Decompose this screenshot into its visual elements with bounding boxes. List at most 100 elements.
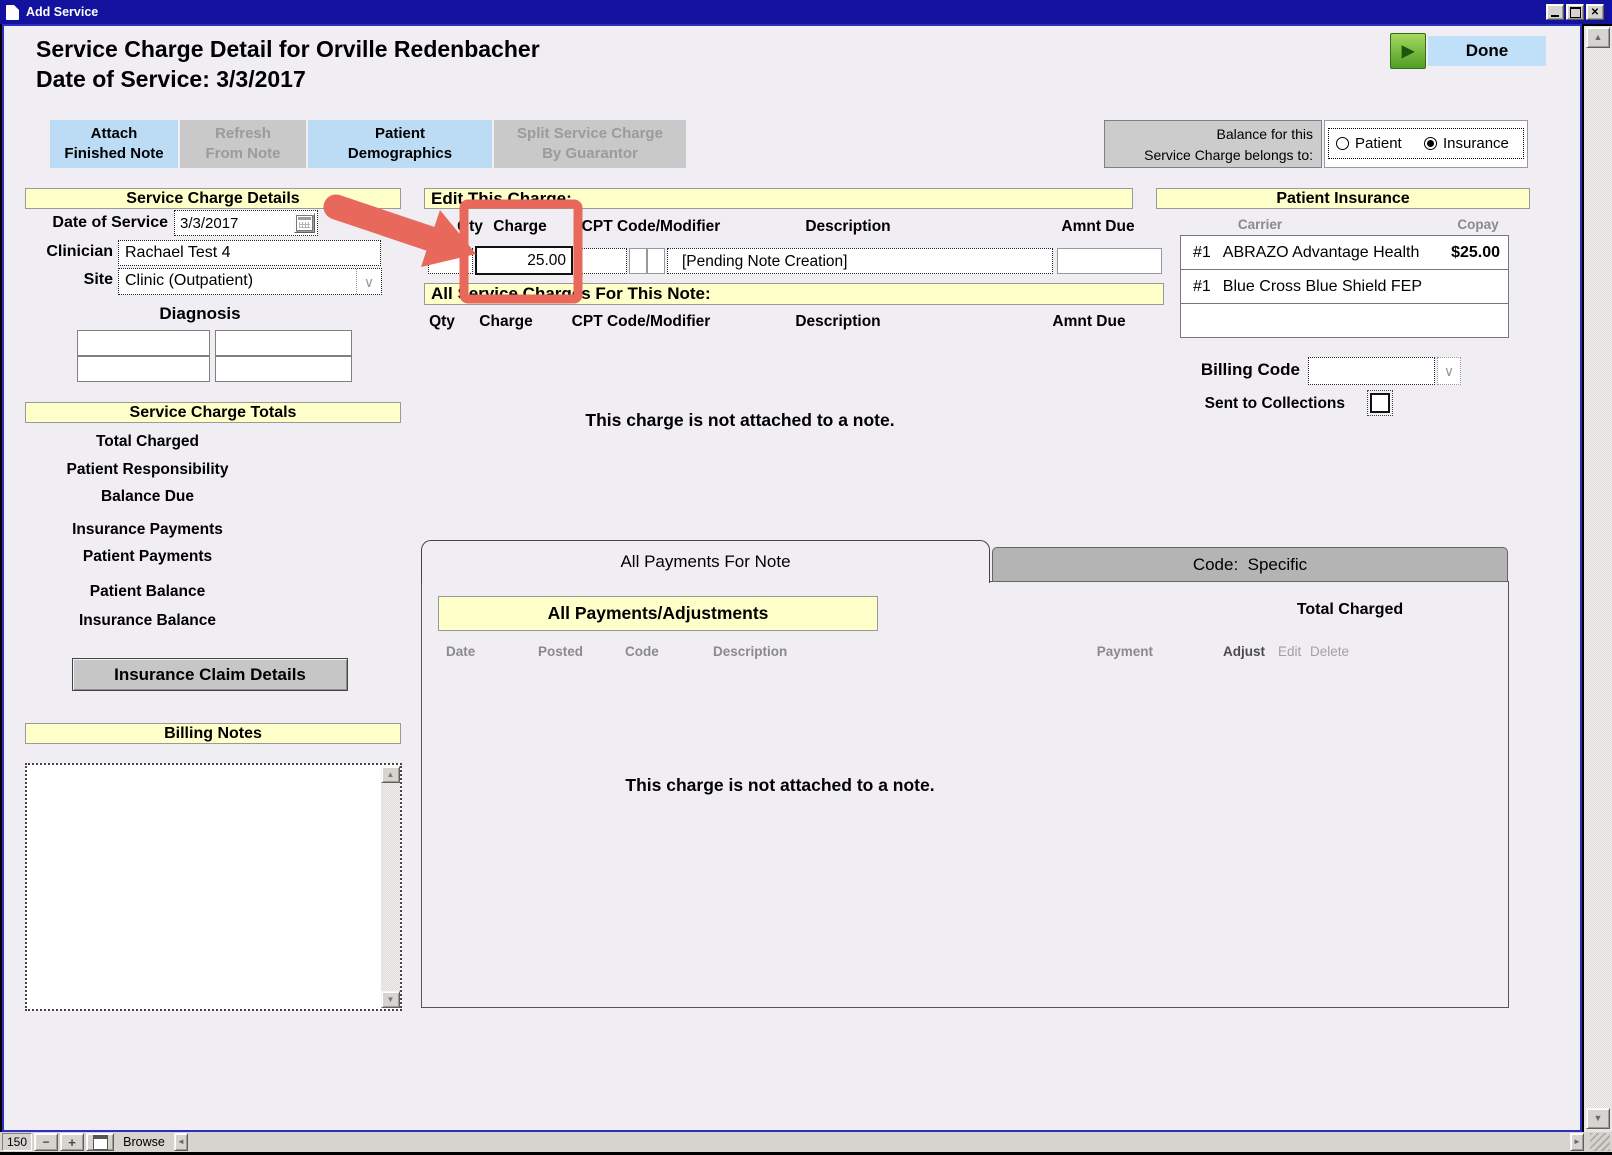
insurance-carrier: ABRAZO Advantage Health [1223,244,1420,262]
maximize-button[interactable] [1566,4,1584,20]
description-field[interactable]: [Pending Note Creation] [667,248,1053,274]
up-arrow-icon: ▲ [1594,33,1603,42]
col2-cpt: CPT Code/Modifier [566,313,716,331]
scroll-down-button[interactable]: ▼ [1586,1108,1610,1129]
hscroll-right-button[interactable]: ► [1570,1133,1584,1151]
left-arrow-icon: ◄ [177,1138,185,1146]
diagnosis-box-1[interactable] [77,330,210,356]
col2-charge: Charge [468,313,544,331]
layout-view-icon [93,1135,108,1150]
col2-amnt-due: Amnt Due [1050,313,1128,331]
hscroll-left-button[interactable]: ◄ [174,1133,188,1151]
zoom-in-button[interactable]: + [60,1133,84,1151]
resize-grip[interactable] [1590,1133,1610,1151]
insurance-row-2[interactable]: #1 Blue Cross Blue Shield FEP [1181,270,1508,304]
minimize-button[interactable] [1546,4,1564,20]
clinician-field[interactable]: Rachael Test 4 [118,240,381,266]
diagnosis-box-2[interactable] [215,330,352,356]
balance-due-label: Balance Due [0,488,295,506]
refresh-from-note-button: Refresh From Note [180,120,306,168]
mode-indicator[interactable]: Browse [116,1133,172,1151]
scroll-up-button[interactable]: ▲ [1586,27,1610,48]
col-description: Description [798,218,898,236]
tab-code-specific-label: Code: Specific [1193,555,1307,575]
diagnosis-box-3[interactable] [77,356,210,382]
copay-column-label: Copay [1440,217,1516,232]
billing-notes-input[interactable] [25,763,402,1011]
patient-demographics-button[interactable]: Patient Demographics [308,120,492,168]
payments-total-charged-label: Total Charged [1270,601,1430,619]
col-amnt-due: Amnt Due [1058,218,1138,236]
payments-col-date: Date [446,644,475,659]
date-of-service-value: 3/3/2017 [180,215,238,232]
patient-radio-label[interactable]: Patient [1355,135,1402,152]
zoom-in-icon: + [68,1136,76,1149]
payments-delete-link[interactable]: Delete [1310,644,1349,659]
billing-code-label: Billing Code [1140,360,1300,380]
attach-finished-note-button[interactable]: Attach Finished Note [50,120,178,168]
close-icon: ✕ [1591,7,1599,18]
col2-description: Description [788,313,888,331]
site-select[interactable]: Clinic (Outpatient) ∨ [118,268,382,295]
billing-notes-scroll-down-button[interactable]: ▼ [381,991,400,1008]
billing-notes-scrollbar[interactable] [381,766,400,1008]
down-arrow-icon: ▼ [1594,1114,1603,1123]
close-button[interactable]: ✕ [1586,4,1604,20]
all-service-charges-header: All Service Charges For This Note: [424,283,1164,305]
amnt-due-field[interactable] [1057,248,1162,274]
layout-view-button[interactable] [86,1133,114,1151]
calendar-button[interactable] [294,213,315,233]
patient-insurance-header: Patient Insurance [1156,188,1530,209]
patient-payments-label: Patient Payments [0,548,295,566]
insurance-radio-label[interactable]: Insurance [1443,135,1509,152]
date-of-service-field[interactable]: 3/3/2017 [174,210,318,236]
patient-radio[interactable] [1336,137,1349,150]
page-title: Service Charge Detail for Orville Redenb… [36,36,540,63]
col-cpt: CPT Code/Modifier [575,218,727,236]
zoom-out-button[interactable]: − [34,1133,58,1151]
insurance-balance-label: Insurance Balance [0,612,295,630]
tab-code-specific[interactable]: Code: Specific [992,547,1508,582]
up-arrow-icon: ▲ [387,771,395,779]
status-bar [0,1132,1612,1152]
modifier-field-1[interactable] [629,248,647,274]
insurance-row-3[interactable] [1181,304,1508,337]
payments-col-posted: Posted [538,644,583,659]
done-play-button[interactable]: ▶ [1390,33,1426,69]
sent-to-collections-checkbox[interactable] [1370,393,1390,413]
payments-col-code: Code [625,644,659,659]
total-charged-label: Total Charged [0,433,295,451]
insurance-rank: #1 [1193,244,1211,262]
billing-notes-scroll-up-button[interactable]: ▲ [381,766,400,783]
insurance-row-1[interactable]: #1 ABRAZO Advantage Health $25.00 [1181,236,1508,270]
window-title: Add Service [26,5,98,19]
page-number-box[interactable]: 150 [2,1133,32,1151]
tab-all-payments-label: All Payments For Note [620,552,790,572]
minimize-icon [1551,15,1559,17]
billing-code-select[interactable] [1308,357,1435,385]
insurance-radio[interactable] [1424,137,1437,150]
calendar-icon [296,215,313,231]
cpt-code-field[interactable] [577,248,627,274]
all-payments-adjustments-header: All Payments/Adjustments [438,596,878,631]
no-note-message-2: This charge is not attached to a note. [500,775,1060,796]
clinician-label: Clinician [0,243,113,261]
insurance-rank: #1 [1193,278,1211,296]
diagnosis-label: Diagnosis [60,304,340,324]
service-charge-details-header: Service Charge Details [25,188,401,209]
vertical-scrollbar[interactable] [1584,26,1612,1132]
site-chevron-button[interactable]: ∨ [356,269,381,294]
payments-col-adjust: Adjust [1223,644,1265,659]
tab-all-payments-for-note[interactable]: All Payments For Note [421,540,990,583]
billing-code-chevron-button[interactable]: ∨ [1437,357,1461,385]
date-of-service-label: Date of Service [20,214,168,232]
payments-edit-link[interactable]: Edit [1278,644,1301,659]
title-bar: Add Service [0,0,1612,24]
insurance-claim-details-button[interactable]: Insurance Claim Details [72,658,348,691]
modifier-field-2[interactable] [647,248,665,274]
qty-field[interactable] [428,248,473,274]
done-button[interactable]: Done [1428,36,1546,66]
diagnosis-box-4[interactable] [215,356,352,382]
chevron-down-icon: ∨ [364,275,374,289]
charge-field[interactable]: 25.00 [475,246,573,275]
